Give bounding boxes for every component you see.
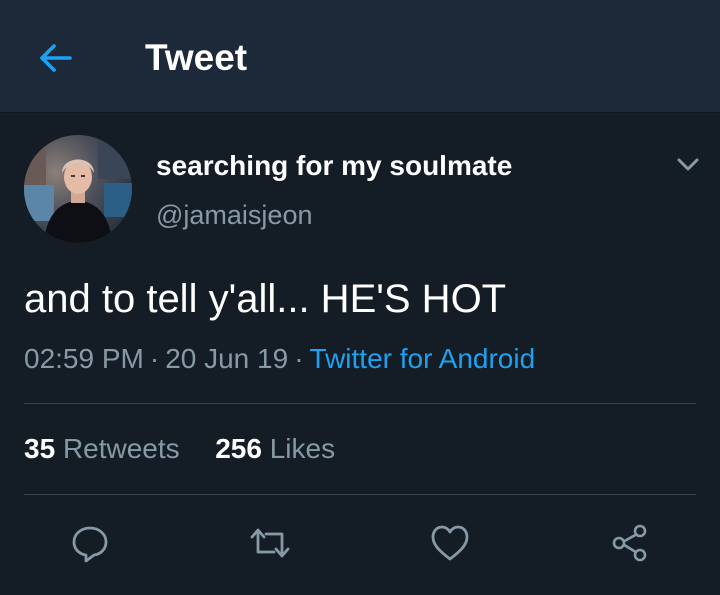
arrow-left-icon bbox=[40, 44, 72, 72]
page-title: Tweet bbox=[145, 37, 248, 78]
top-app-bar: Tweet bbox=[0, 0, 720, 113]
back-button[interactable] bbox=[34, 36, 78, 80]
tweet-meta: 02:59 PM · 20 Jun 19 · Twitter for Android bbox=[24, 342, 535, 376]
tweet-menu-button[interactable] bbox=[672, 151, 704, 177]
avatar[interactable] bbox=[24, 135, 132, 243]
share-button[interactable] bbox=[608, 521, 652, 565]
meta-separator: · bbox=[149, 343, 160, 374]
divider bbox=[24, 494, 696, 495]
tweet-date: 20 Jun 19 bbox=[165, 343, 289, 374]
retweet-button[interactable] bbox=[248, 521, 292, 565]
likes-count: 256 bbox=[215, 433, 262, 464]
tweet-detail: searching for my soulmate @jamaisjeon an… bbox=[0, 113, 720, 595]
like-button[interactable] bbox=[428, 521, 472, 565]
like-icon bbox=[431, 525, 469, 561]
reply-icon bbox=[72, 526, 108, 563]
share-icon bbox=[612, 524, 647, 562]
reply-button[interactable] bbox=[68, 521, 112, 565]
author-handle[interactable]: @jamaisjeon bbox=[156, 199, 312, 231]
divider bbox=[24, 403, 696, 404]
tweet-stats: 35 Retweets 256 Likes bbox=[24, 431, 335, 467]
likes-label: Likes bbox=[269, 433, 336, 464]
likes-stat[interactable]: 256 Likes bbox=[215, 433, 335, 464]
retweets-stat[interactable]: 35 Retweets bbox=[24, 433, 180, 464]
retweets-count: 35 bbox=[24, 433, 56, 464]
tweet-time: 02:59 PM bbox=[24, 343, 144, 374]
avatar-photo bbox=[24, 135, 132, 243]
chevron-down-icon bbox=[677, 158, 699, 171]
meta-separator: · bbox=[294, 343, 304, 374]
retweet-icon bbox=[250, 528, 290, 558]
retweets-label: Retweets bbox=[62, 433, 180, 464]
tweet-source-link[interactable]: Twitter for Android bbox=[310, 343, 536, 374]
tweet-text: and to tell y'all... HE'S HOT bbox=[24, 277, 507, 321]
author-display-name[interactable]: searching for my soulmate bbox=[156, 149, 512, 183]
